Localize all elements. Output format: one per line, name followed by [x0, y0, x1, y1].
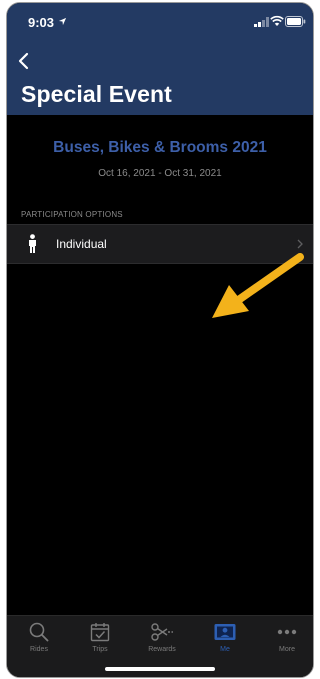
status-bar: 9:03 — [7, 3, 313, 43]
battery-icon — [285, 16, 306, 27]
tab-trips[interactable]: Trips — [75, 621, 125, 661]
tab-rewards[interactable]: Rewards — [137, 621, 187, 661]
tab-label: More — [279, 646, 295, 653]
calendar-check-icon — [90, 623, 110, 642]
tab-label: Rewards — [148, 646, 176, 653]
event-dates: Oct 16, 2021 - Oct 31, 2021 — [98, 168, 222, 179]
page-title: Special Event — [21, 81, 172, 107]
search-icon — [29, 622, 49, 642]
scissors-coupon-icon — [151, 623, 173, 641]
event-title: Buses, Bikes & Brooms 2021 — [53, 139, 267, 156]
cellular-signal-icon — [254, 17, 269, 27]
person-icon — [29, 234, 36, 253]
back-chevron-icon[interactable] — [17, 51, 31, 71]
participation-options-header: PARTICIPATION OPTIONS — [21, 210, 123, 219]
navigation-bar: Special Event — [7, 43, 313, 115]
annotation-arrow-icon — [212, 253, 304, 318]
tab-label: Trips — [92, 646, 108, 653]
event-content: Buses, Bikes & Brooms 2021 Oct 16, 2021 … — [7, 115, 313, 618]
option-label: Individual — [56, 237, 107, 251]
tab-me[interactable]: Me — [200, 621, 250, 661]
phone-screen: 9:03 Special Event Buses, Bikes & Brooms… — [6, 2, 314, 678]
tab-label: Rides — [30, 646, 48, 653]
tab-label: Me — [220, 646, 230, 653]
tab-rides[interactable]: Rides — [14, 621, 64, 661]
id-card-icon — [214, 624, 236, 640]
status-time: 9:03 — [28, 15, 55, 30]
home-indicator[interactable] — [105, 667, 215, 671]
location-arrow-icon — [58, 17, 67, 26]
wifi-icon — [270, 15, 284, 26]
chevron-right-icon — [297, 239, 303, 249]
tab-bar: Rides Trips Rewards Me More — [7, 615, 313, 677]
tab-more[interactable]: More — [262, 621, 312, 661]
more-dots-icon — [277, 629, 297, 635]
